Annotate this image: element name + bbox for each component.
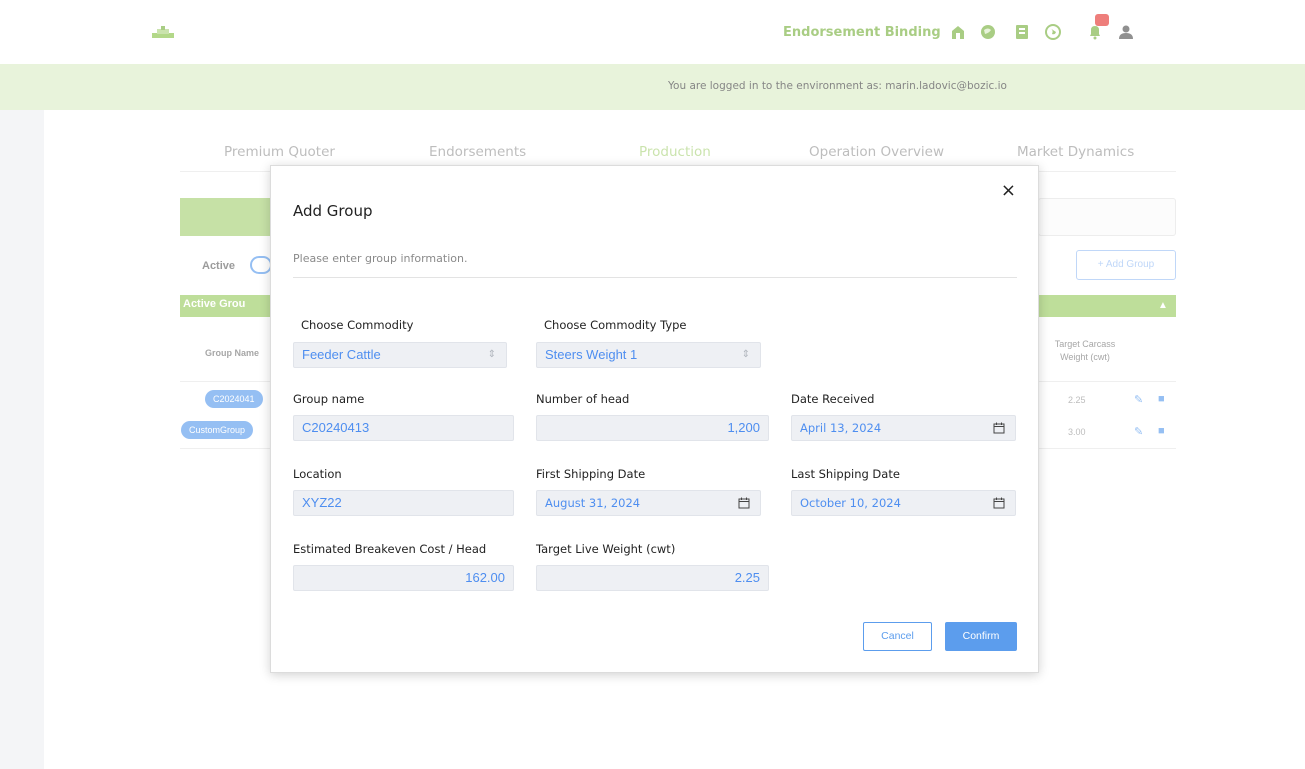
modal-divider: [293, 277, 1017, 278]
breakeven-label: Estimated Breakeven Cost / Head: [293, 542, 487, 556]
last-shipping-label: Last Shipping Date: [791, 467, 900, 481]
date-received-label: Date Received: [791, 392, 875, 406]
location-input[interactable]: XYZ22: [293, 490, 514, 516]
target-live-weight-input[interactable]: 2.25: [536, 565, 769, 591]
group-name-label: Group name: [293, 392, 365, 406]
select-caret-icon: ⇕: [487, 349, 496, 360]
target-live-weight-label: Target Live Weight (cwt): [536, 542, 676, 556]
calendar-icon[interactable]: [993, 497, 1005, 509]
calendar-icon[interactable]: [738, 497, 750, 509]
close-icon[interactable]: ×: [1001, 180, 1016, 201]
date-received-value: April 13, 2024: [800, 421, 882, 435]
cancel-button[interactable]: Cancel: [863, 622, 932, 651]
first-shipping-input[interactable]: August 31, 2024: [536, 490, 761, 516]
select-caret-icon: ⇕: [741, 349, 750, 360]
first-shipping-label: First Shipping Date: [536, 467, 646, 481]
commodity-label: Choose Commodity: [301, 318, 414, 332]
commodity-type-value: Steers Weight 1: [545, 347, 638, 362]
number-of-head-label: Number of head: [536, 392, 630, 406]
add-group-modal: × Add Group Please enter group informati…: [270, 165, 1039, 673]
breakeven-input[interactable]: 162.00: [293, 565, 514, 591]
commodity-select[interactable]: Feeder Cattle ⇕: [293, 342, 507, 368]
calendar-icon[interactable]: [993, 422, 1005, 434]
number-of-head-input[interactable]: 1,200: [536, 415, 769, 441]
commodity-value: Feeder Cattle: [302, 347, 381, 362]
modal-title: Add Group: [293, 202, 373, 220]
last-shipping-input[interactable]: October 10, 2024: [791, 490, 1016, 516]
group-name-input[interactable]: C20240413: [293, 415, 514, 441]
date-received-input[interactable]: April 13, 2024: [791, 415, 1016, 441]
location-label: Location: [293, 467, 342, 481]
commodity-type-label: Choose Commodity Type: [544, 318, 687, 332]
confirm-button[interactable]: Confirm: [945, 622, 1017, 651]
modal-subtitle: Please enter group information.: [293, 252, 468, 265]
first-shipping-value: August 31, 2024: [545, 496, 641, 510]
last-shipping-value: October 10, 2024: [800, 496, 901, 510]
page: Endorsement Binding You are logged in to…: [0, 0, 1305, 769]
commodity-type-select[interactable]: Steers Weight 1 ⇕: [536, 342, 761, 368]
